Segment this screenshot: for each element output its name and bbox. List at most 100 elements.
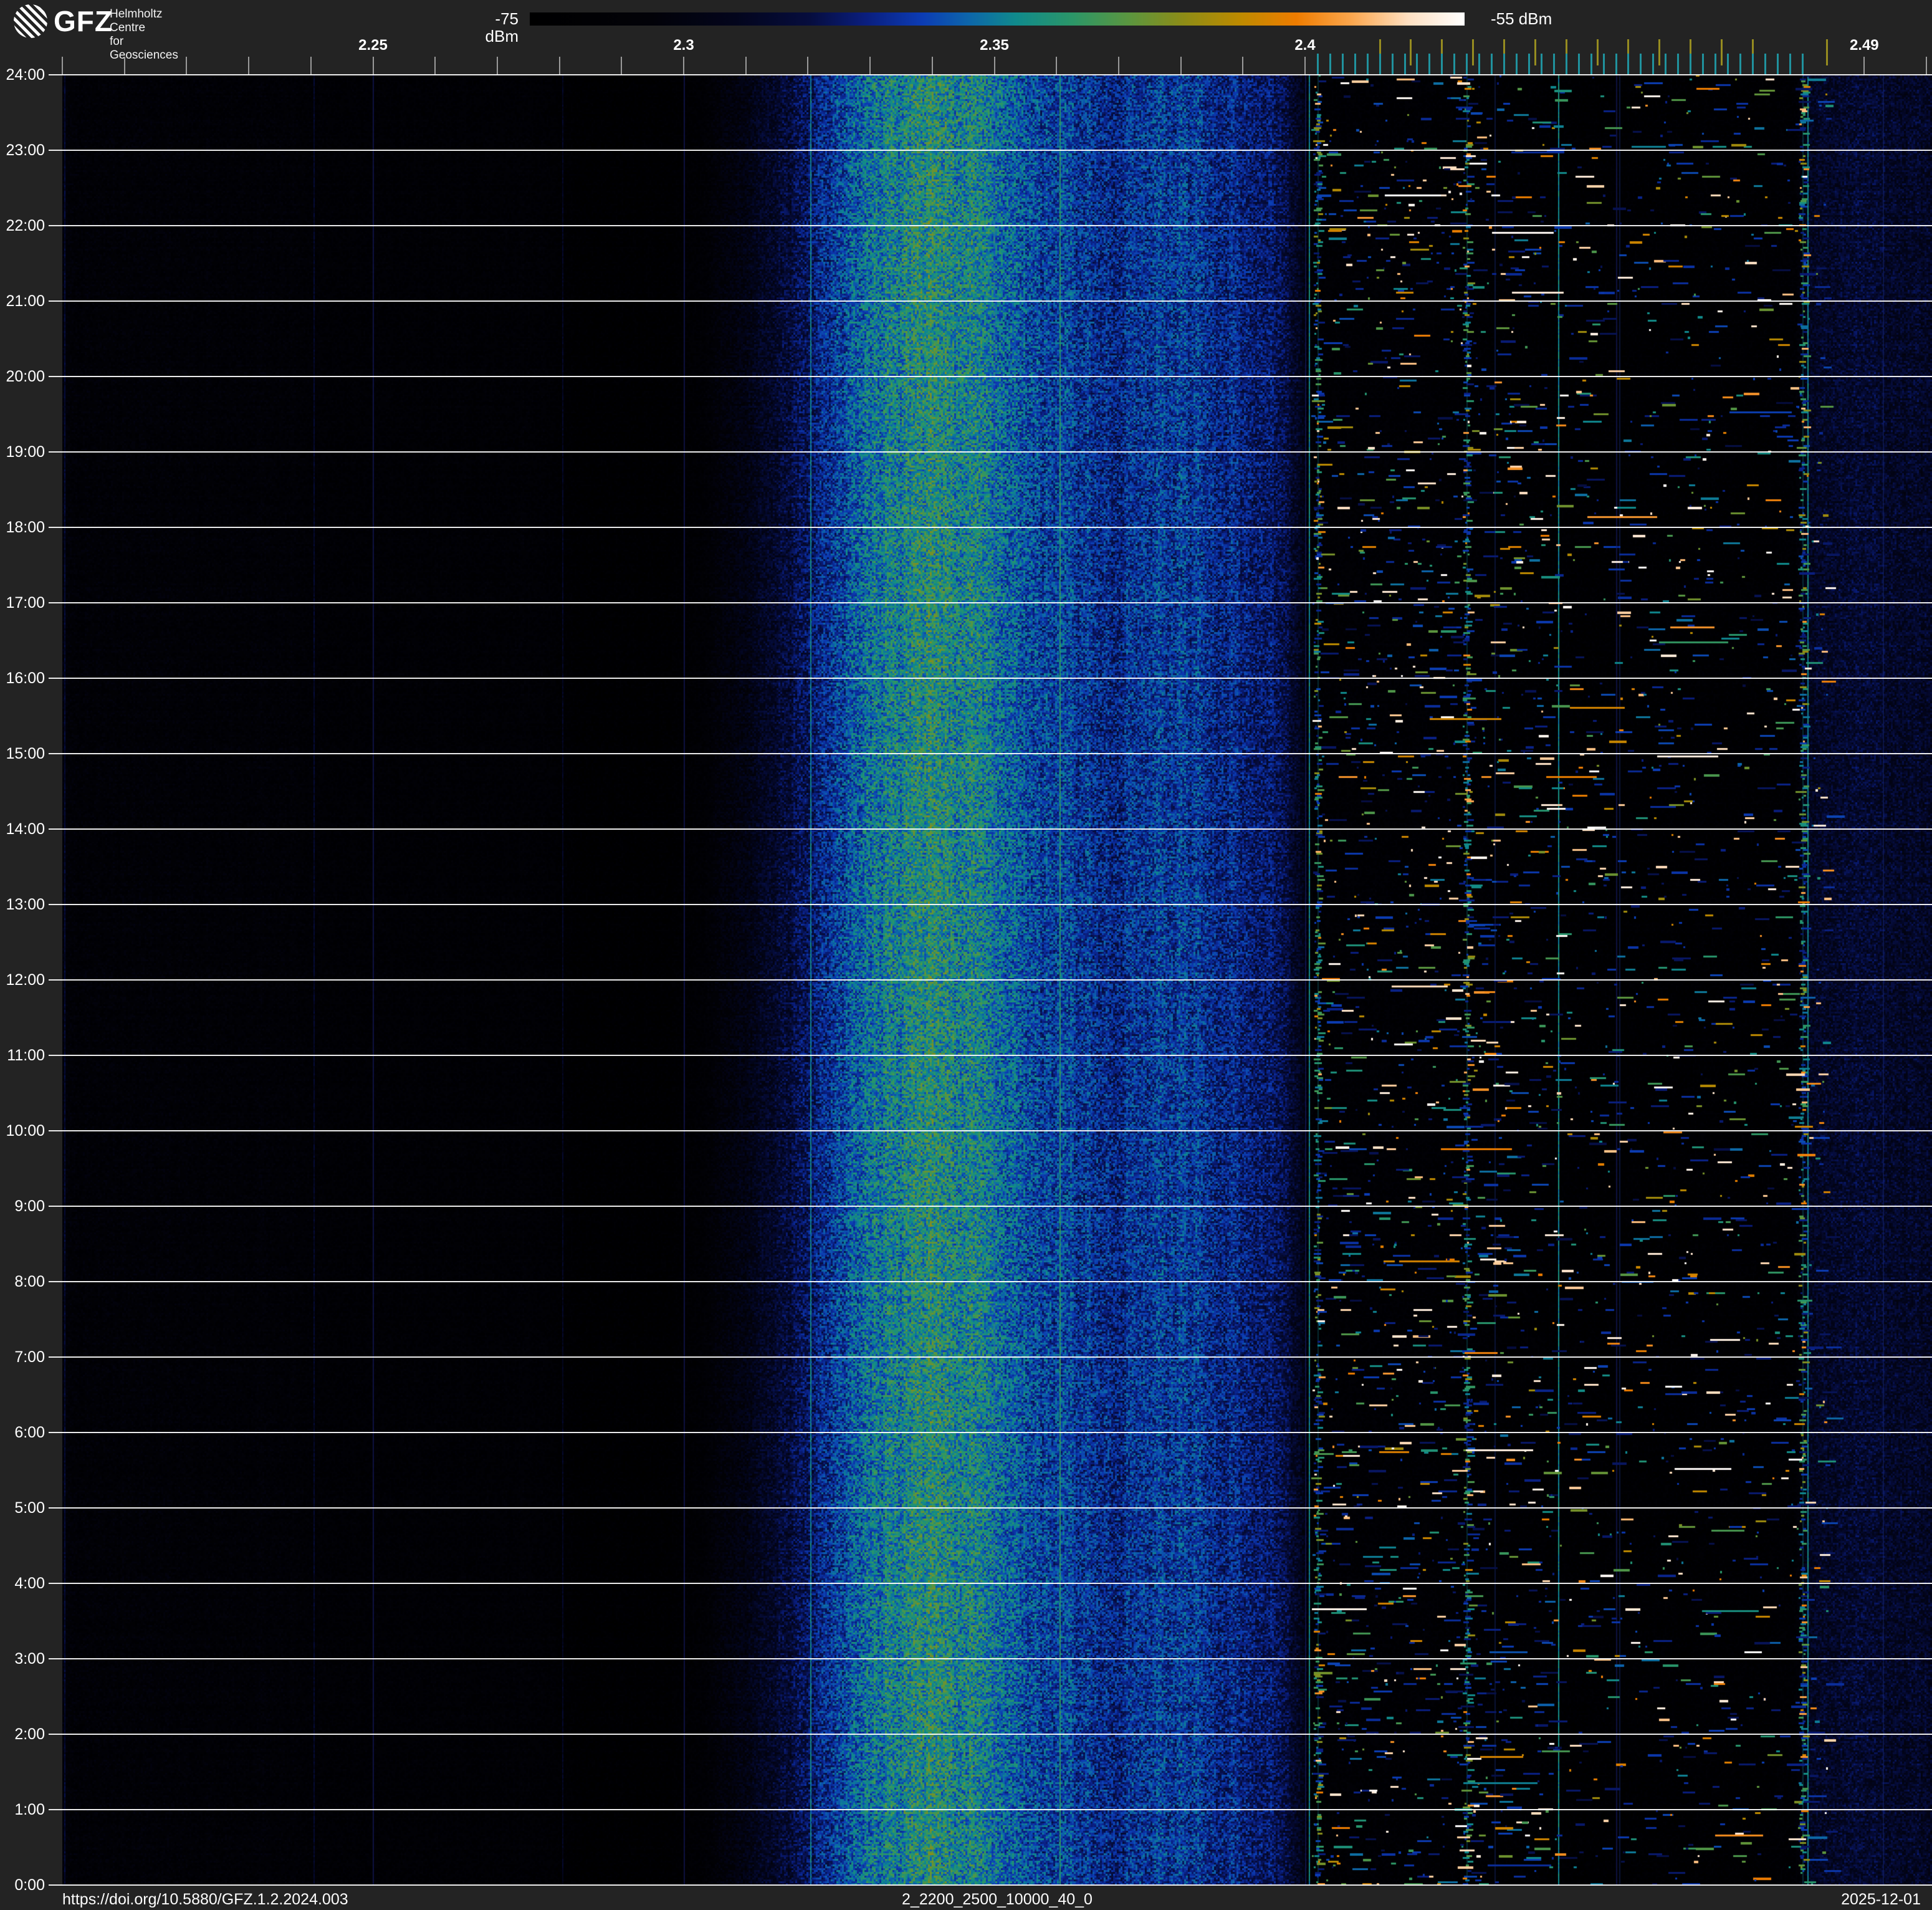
freq-tick-label: 2.3: [673, 37, 694, 54]
freq-minor-tick: [1491, 57, 1493, 75]
time-tick-label: 5:00: [14, 1499, 45, 1517]
ble-channel-tick: [1602, 54, 1605, 75]
freq-minor-tick: [1615, 57, 1617, 75]
time-tick-label: 21:00: [6, 292, 45, 310]
freq-minor-tick: [558, 57, 560, 75]
time-tick-label: 8:00: [14, 1273, 45, 1290]
freq-tick-label: 2.35: [980, 37, 1009, 54]
wifi-channel-tick: [1534, 39, 1536, 65]
time-tick-label: 2:00: [14, 1725, 45, 1743]
time-tick-label: 19:00: [6, 443, 45, 461]
freq-minor-tick: [1180, 57, 1182, 75]
wifi-channel-tick: [1720, 39, 1723, 65]
freq-minor-tick: [621, 57, 623, 75]
freq-minor-tick: [931, 57, 933, 75]
freq-minor-tick: [1366, 57, 1368, 75]
wifi-channel-tick: [1410, 39, 1412, 65]
doi-label: https://doi.org/10.5880/GFZ.1.2.2024.003: [62, 1891, 348, 1908]
filename-label: 2_2200_2500_10000_40_0: [902, 1891, 1093, 1908]
freq-minor-tick: [683, 57, 684, 75]
freq-tick-label: 2.49: [1849, 37, 1879, 54]
time-tick-label: 12:00: [6, 971, 45, 989]
ble-channel-tick: [1739, 54, 1741, 75]
ble-channel-tick: [1528, 54, 1530, 75]
time-tick-label: 9:00: [14, 1197, 45, 1215]
gfz-logo-acronym: GFZ: [54, 5, 113, 37]
time-tick-label: 15:00: [6, 745, 45, 762]
gfz-logo-tagline-line2: for Geosciences: [110, 35, 178, 62]
freq-minor-tick: [807, 57, 809, 75]
wifi-channel-tick: [1690, 39, 1692, 65]
time-tick-label: 11:00: [7, 1047, 45, 1064]
freq-minor-tick: [1926, 57, 1927, 75]
time-tick-label: 13:00: [6, 896, 45, 913]
wifi-channel-tick: [1379, 39, 1381, 65]
colorbar-max-label: -55 dBm: [1491, 9, 1552, 28]
freq-minor-tick: [1677, 57, 1679, 75]
freq-minor-tick: [248, 57, 250, 75]
ble-channel-tick: [1677, 54, 1680, 75]
freq-tick-label: 2.4: [1294, 37, 1316, 54]
ble-channel-tick: [1379, 54, 1381, 75]
gfz-logo-tagline: Helmholtz Centre for Geosciences: [110, 7, 178, 62]
ble-channel-tick: [1726, 54, 1729, 75]
ble-channel-tick: [1552, 54, 1555, 75]
time-tick-label: 20:00: [6, 368, 45, 385]
ble-channel-tick: [1491, 54, 1493, 75]
ble-channel-tick: [1627, 54, 1630, 75]
freq-minor-tick: [1242, 57, 1244, 75]
ble-channel-tick: [1615, 54, 1617, 75]
ble-channel-tick: [1428, 54, 1431, 75]
freq-tick-label: 2.25: [358, 37, 388, 54]
ble-channel-tick: [1466, 54, 1468, 75]
wifi-channel-tick: [1472, 39, 1475, 65]
date-label: 2025-12-01: [1841, 1891, 1921, 1908]
ble-channel-tick: [1341, 54, 1344, 75]
time-tick-label: 1:00: [14, 1801, 45, 1818]
ble-channel-tick: [1404, 54, 1406, 75]
ble-channel-tick: [1329, 54, 1331, 75]
ble-channel-tick: [1751, 54, 1754, 75]
freq-minor-tick: [62, 57, 63, 75]
ble-channel-tick: [1565, 54, 1567, 75]
ble-channel-tick: [1478, 54, 1481, 75]
ble-channel-tick: [1640, 54, 1642, 75]
wifi-channel-tick: [1658, 39, 1661, 65]
freq-minor-tick: [1117, 57, 1119, 75]
ble-channel-tick: [1702, 54, 1705, 75]
time-tick-label: 17:00: [6, 594, 45, 612]
ble-channel-tick: [1354, 54, 1356, 75]
freq-minor-tick: [310, 57, 312, 75]
colorbar-min-label: -75 dBm: [485, 9, 519, 46]
ble-channel-tick: [1665, 54, 1667, 75]
ble-channel-tick: [1789, 54, 1791, 75]
ble-channel-tick: [1690, 54, 1692, 75]
time-tick-label: 10:00: [6, 1122, 45, 1140]
ble-channel-tick: [1453, 54, 1456, 75]
gfz-logo-icon: [14, 4, 47, 38]
ble-channel-tick: [1391, 54, 1394, 75]
ble-channel-tick: [1540, 54, 1542, 75]
wifi-channel-tick: [1503, 39, 1506, 65]
ble-channel-tick: [1764, 54, 1766, 75]
ble-channel-tick: [1577, 54, 1580, 75]
freq-minor-tick: [496, 57, 498, 75]
wifi-channel-tick: [1826, 39, 1829, 65]
freq-minor-tick: [745, 57, 747, 75]
ble-channel-tick: [1652, 54, 1655, 75]
ble-channel-tick: [1515, 54, 1518, 75]
wifi-channel-tick: [1565, 39, 1567, 65]
freq-minor-tick: [434, 57, 436, 75]
gfz-logo-tagline-line1: Helmholtz Centre: [110, 7, 163, 34]
ble-channel-tick: [1776, 54, 1779, 75]
freq-minor-tick: [1739, 57, 1741, 75]
ble-channel-tick: [1714, 54, 1717, 75]
freq-minor-tick: [1428, 57, 1430, 75]
ble-channel-tick: [1590, 54, 1592, 75]
ble-channel-tick: [1801, 54, 1804, 75]
time-tick-label: 7:00: [14, 1348, 45, 1366]
freq-minor-tick: [1863, 57, 1865, 75]
wifi-channel-tick: [1751, 39, 1754, 65]
time-tick-label: 16:00: [6, 669, 45, 687]
freq-minor-tick: [869, 57, 871, 75]
